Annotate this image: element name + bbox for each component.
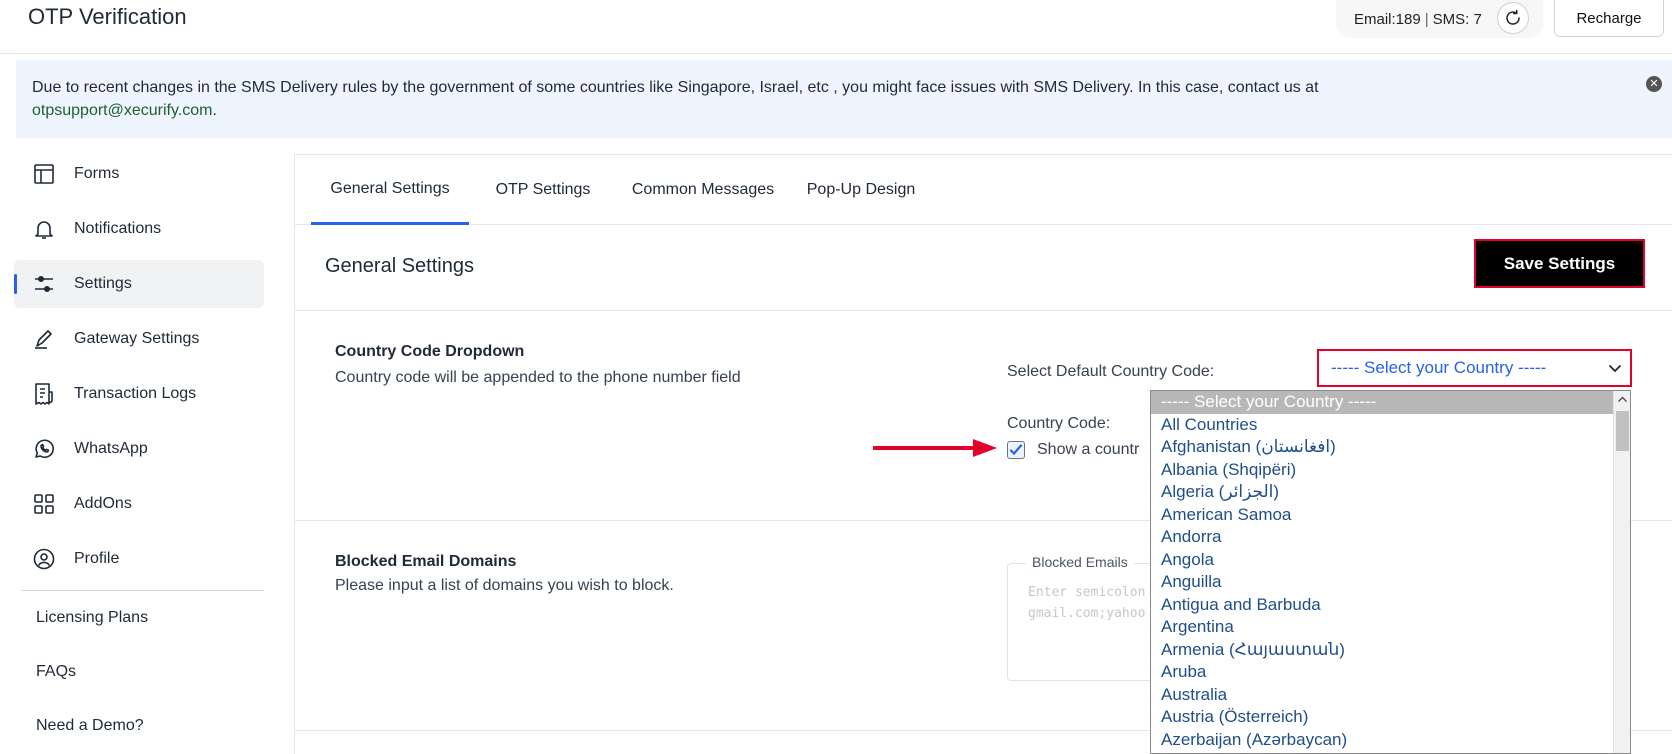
country-code-label: Country Code:	[1007, 415, 1111, 432]
sidebar: Forms Notifications Settings Gateway Set…	[14, 150, 264, 753]
country-option[interactable]: Argentina	[1151, 616, 1613, 639]
country-option[interactable]: Aruba	[1151, 661, 1613, 684]
country-select-value: ----- Select your Country -----	[1331, 358, 1547, 377]
save-settings-button[interactable]: Save Settings	[1474, 239, 1645, 288]
blocked-domains-title: Blocked Email Domains	[335, 553, 517, 570]
settings-tabs: General Settings OTP Settings Common Mes…	[295, 155, 1672, 225]
sidebar-item-whatsapp[interactable]: WhatsApp	[14, 425, 264, 473]
credits-panel: Email:189 | SMS: 7	[1336, 0, 1543, 38]
country-option[interactable]: Albania (Shqipëri)	[1151, 459, 1613, 482]
country-option[interactable]: Antigua and Barbuda	[1151, 594, 1613, 617]
sidebar-item-gateway-settings[interactable]: Gateway Settings	[14, 315, 264, 363]
country-option[interactable]: Angola	[1151, 549, 1613, 572]
refresh-icon	[1506, 9, 1520, 25]
section-title: General Settings	[325, 255, 474, 277]
sidebar-item-label: Profile	[74, 550, 120, 567]
country-option[interactable]: Afghanistan (‫افغانستان‬‎)	[1151, 436, 1613, 459]
sms-credits: SMS: 7	[1432, 10, 1482, 28]
country-option[interactable]: Armenia (Հայաստան)	[1151, 639, 1613, 662]
credits-separator: |	[1424, 10, 1429, 28]
tab-otp-settings[interactable]: OTP Settings	[475, 155, 611, 225]
default-country-label: Select Default Country Code:	[1007, 363, 1215, 380]
sidebar-item-profile[interactable]: Profile	[14, 535, 264, 583]
checkmark-icon	[1009, 444, 1023, 456]
dropdown-scrollbar[interactable]	[1613, 391, 1630, 753]
sidebar-item-label: Transaction Logs	[74, 385, 197, 402]
user-circle-icon	[33, 548, 55, 570]
sidebar-item-label: AddOns	[74, 495, 132, 512]
country-option[interactable]: All Countries	[1151, 414, 1613, 437]
bell-icon	[35, 221, 53, 239]
grid-icon	[34, 494, 54, 514]
sidebar-item-addons[interactable]: AddOns	[14, 480, 264, 528]
country-option[interactable]: Andorra	[1151, 526, 1613, 549]
pen-icon	[35, 330, 52, 349]
country-select[interactable]: ----- Select your Country -----	[1317, 349, 1632, 387]
refresh-button[interactable]	[1497, 2, 1529, 34]
country-options: ----- Select your Country ----- All Count…	[1151, 391, 1613, 751]
section-header: General Settings Save Settings	[295, 225, 1672, 311]
top-bar: OTP Verification Email:189 | SMS: 7 Rech…	[0, 0, 1672, 54]
receipt-icon	[35, 383, 53, 405]
country-option[interactable]: Azerbaijan (Azərbaycan)	[1151, 729, 1613, 752]
support-email-link[interactable]: otpsupport@xecurify.com	[32, 102, 212, 119]
close-icon[interactable]: ✕	[1646, 76, 1662, 92]
sms-notice-banner: Due to recent changes in the SMS Deliver…	[16, 60, 1672, 138]
app-title: OTP Verification	[28, 4, 187, 29]
show-country-dropdown-checkbox[interactable]	[1007, 441, 1025, 459]
blocked-domains-description: Please input a list of domains you wish …	[335, 577, 674, 594]
blocked-emails-placeholder: Enter semicolon gmail.com;yahoo	[1028, 585, 1146, 621]
country-option[interactable]: Australia	[1151, 684, 1613, 707]
notice-tail: .	[212, 102, 217, 119]
licensing-plans-link[interactable]: Licensing Plans	[14, 591, 264, 645]
notice-text: Due to recent changes in the SMS Deliver…	[32, 79, 1319, 96]
need-a-demo-link[interactable]: Need a Demo?	[14, 699, 264, 753]
red-arrow-annotation	[873, 439, 997, 457]
sidebar-item-label: WhatsApp	[74, 440, 148, 457]
sidebar-item-notifications[interactable]: Notifications	[14, 205, 264, 253]
country-dropdown-list[interactable]: ----- Select your Country ----- All Count…	[1150, 390, 1631, 754]
recharge-button[interactable]: Recharge	[1554, 0, 1664, 37]
sidebar-item-label: Gateway Settings	[74, 330, 200, 347]
country-code-title: Country Code Dropdown	[335, 343, 525, 360]
blocked-emails-legend: Blocked Emails	[1026, 554, 1134, 570]
chevron-down-icon	[1609, 365, 1621, 373]
country-code-description: Country code will be appended to the pho…	[335, 369, 741, 386]
sidebar-item-label: Settings	[74, 275, 132, 292]
scroll-up-icon[interactable]	[1614, 391, 1631, 408]
tab-general-settings[interactable]: General Settings	[311, 155, 469, 225]
country-option[interactable]: Austria (Österreich)	[1151, 706, 1613, 729]
whatsapp-icon	[35, 439, 54, 459]
email-credits: Email:189	[1354, 10, 1421, 28]
scrollbar-thumb[interactable]	[1616, 411, 1629, 451]
sidebar-item-label: Forms	[74, 165, 120, 182]
tab-popup-design[interactable]: Pop-Up Design	[795, 155, 927, 225]
country-option[interactable]: Anguilla	[1151, 571, 1613, 594]
sidebar-item-label: Notifications	[74, 220, 162, 237]
country-option[interactable]: American Samoa	[1151, 504, 1613, 527]
sidebar-item-settings[interactable]: Settings	[14, 260, 264, 308]
tab-common-messages[interactable]: Common Messages	[617, 155, 789, 225]
sidebar-item-forms[interactable]: Forms	[14, 150, 264, 198]
country-option[interactable]: Algeria (‫الجزائر‬‎)	[1151, 481, 1613, 504]
sliders-icon	[35, 276, 53, 293]
show-country-dropdown-label: Show a countr	[1037, 441, 1140, 458]
faqs-link[interactable]: FAQs	[14, 645, 264, 699]
layout-icon	[34, 164, 54, 184]
country-option[interactable]: ----- Select your Country -----	[1151, 391, 1613, 414]
sidebar-item-transaction-logs[interactable]: Transaction Logs	[14, 370, 264, 418]
